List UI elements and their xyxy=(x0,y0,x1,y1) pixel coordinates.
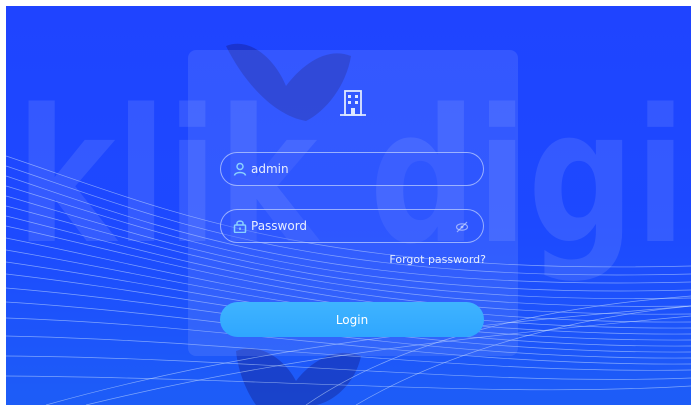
login-button[interactable]: Login xyxy=(220,302,484,337)
username-input[interactable] xyxy=(251,159,451,179)
username-field[interactable] xyxy=(220,152,484,186)
password-input[interactable] xyxy=(251,216,451,236)
password-field[interactable] xyxy=(220,209,484,243)
login-screen: klik digi admin Forgot password? Login xyxy=(6,6,691,405)
lock-icon xyxy=(233,220,247,233)
forgot-password-link[interactable]: Forgot password? xyxy=(389,253,486,266)
watermark-bird-bottom xyxy=(236,348,361,405)
user-icon xyxy=(233,162,247,176)
building-icon xyxy=(340,90,366,116)
eye-off-icon[interactable] xyxy=(455,220,469,234)
login-card: Forgot password? Login xyxy=(188,50,518,356)
